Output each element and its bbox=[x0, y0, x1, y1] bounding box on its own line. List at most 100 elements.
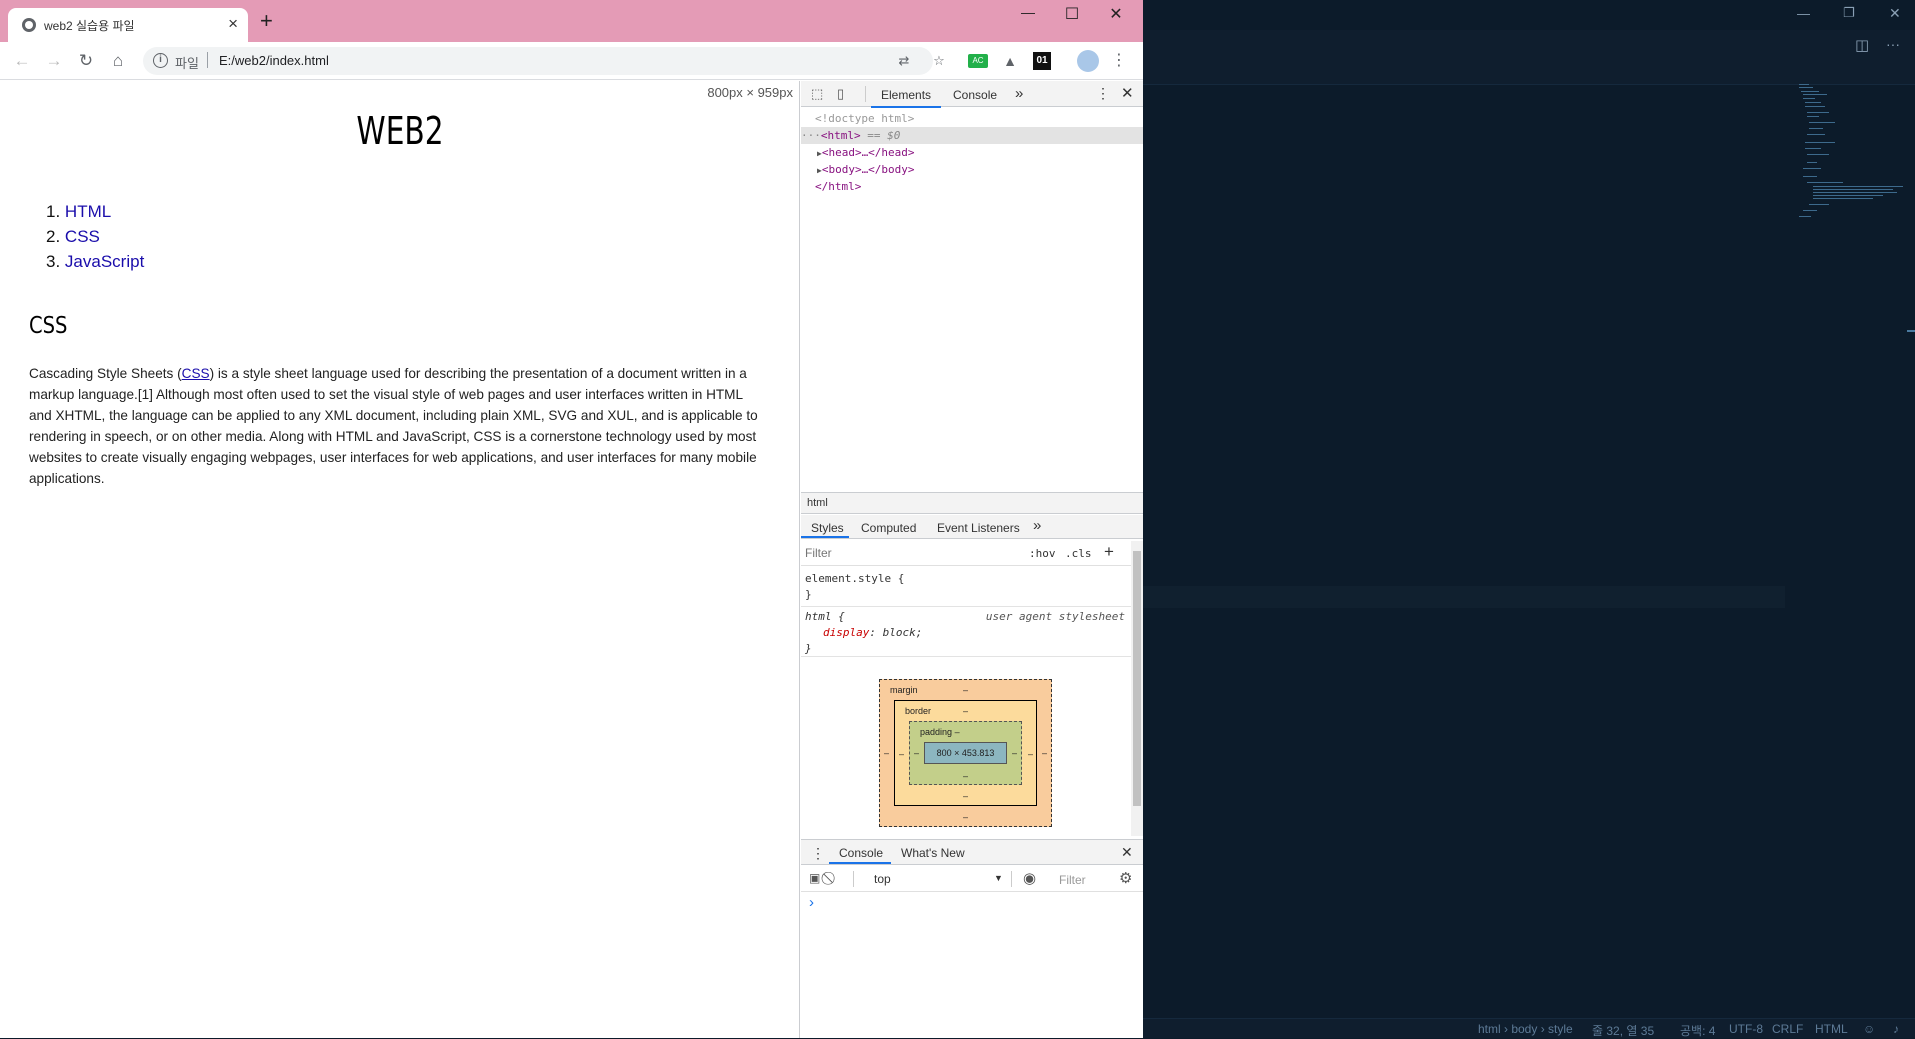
chevron-down-icon[interactable]: ▼ bbox=[994, 873, 1003, 883]
padding-left-value[interactable]: – bbox=[914, 748, 919, 758]
device-toggle-icon[interactable]: ▯ bbox=[837, 86, 844, 102]
more-actions-icon[interactable]: ··· bbox=[1886, 36, 1900, 52]
property-value: block; bbox=[882, 626, 923, 639]
rule-close: } bbox=[805, 588, 812, 601]
status-breadcrumb[interactable]: html › body › style bbox=[1478, 1022, 1573, 1036]
paragraph: Cascading Style Sheets (CSS) is a style … bbox=[29, 363, 759, 489]
devtools-menu-icon[interactable]: ⋮ bbox=[1096, 85, 1110, 102]
status-language[interactable]: HTML bbox=[1815, 1022, 1848, 1036]
status-eol[interactable]: CRLF bbox=[1772, 1022, 1803, 1036]
dom-node[interactable]: </html> bbox=[801, 178, 1143, 195]
border-top-value[interactable]: – bbox=[963, 706, 968, 716]
split-editor-icon[interactable]: ◫ bbox=[1855, 36, 1869, 54]
status-bar: html › body › style 줄 32, 열 35 공백: 4 UTF… bbox=[1143, 1018, 1915, 1038]
more-tabs-icon[interactable]: » bbox=[1033, 517, 1041, 534]
padding-top-value[interactable]: – bbox=[955, 727, 960, 737]
css-link[interactable]: CSS bbox=[182, 366, 210, 381]
tab-title: web2 실습용 파일 bbox=[44, 19, 135, 33]
close-icon[interactable]: ✕ bbox=[1121, 844, 1133, 861]
maximize-button[interactable]: ☐ bbox=[1052, 4, 1092, 26]
inspect-icon[interactable]: ⬚ bbox=[811, 86, 823, 102]
restore-button[interactable]: ❐ bbox=[1843, 5, 1855, 21]
tab-event-listeners[interactable]: Event Listeners bbox=[937, 521, 1020, 535]
editor-tabbar: ◫ ··· bbox=[1143, 30, 1915, 85]
back-arrow-icon[interactable]: ← bbox=[11, 50, 33, 72]
cls-toggle[interactable]: .cls bbox=[1065, 547, 1092, 560]
drawer-menu-icon[interactable]: ⋮ bbox=[811, 845, 825, 862]
tab-computed[interactable]: Computed bbox=[861, 521, 916, 535]
nav-link-html[interactable]: HTML bbox=[65, 202, 111, 221]
dom-node[interactable]: ▶<body>…</body> bbox=[801, 161, 1143, 178]
breadcrumb-item[interactable]: html bbox=[807, 497, 828, 509]
margin-right-value[interactable]: – bbox=[1042, 748, 1047, 758]
status-cursor-position[interactable]: 줄 32, 열 35 bbox=[1592, 1022, 1654, 1039]
minimize-button[interactable]: — bbox=[1008, 4, 1048, 26]
add-rule-button[interactable]: + bbox=[1104, 542, 1114, 562]
feedback-icon[interactable]: ☺ bbox=[1863, 1022, 1875, 1036]
tab-elements[interactable]: Elements bbox=[870, 88, 942, 108]
forward-arrow-icon[interactable]: → bbox=[43, 50, 65, 72]
border-left-value[interactable]: – bbox=[899, 749, 904, 759]
html-close-tag: </html> bbox=[815, 180, 862, 193]
styles-filter-input[interactable] bbox=[805, 544, 1015, 562]
divider bbox=[801, 656, 1131, 657]
expand-triangle-icon[interactable]: ▶ bbox=[801, 166, 822, 175]
tab-whats-new[interactable]: What's New bbox=[901, 846, 965, 860]
bell-icon[interactable]: ♪ bbox=[1893, 1022, 1899, 1036]
border-right-value[interactable]: – bbox=[1028, 749, 1033, 759]
tab-styles[interactable]: Styles bbox=[811, 521, 844, 535]
margin-top-value[interactable]: – bbox=[963, 685, 968, 695]
margin-left-value[interactable]: – bbox=[884, 748, 889, 758]
console-filter-input[interactable]: Filter bbox=[1059, 873, 1086, 887]
drive-icon[interactable]: ▲ bbox=[1001, 52, 1019, 70]
nav-link-javascript[interactable]: JavaScript bbox=[65, 252, 144, 271]
close-window-button[interactable]: ✕ bbox=[1889, 5, 1901, 22]
more-tabs-icon[interactable]: » bbox=[1015, 85, 1023, 102]
margin-bottom-value[interactable]: – bbox=[963, 812, 968, 822]
star-icon[interactable]: ☆ bbox=[930, 52, 948, 70]
padding-bottom-value[interactable]: – bbox=[963, 771, 968, 781]
padding-right-value[interactable]: – bbox=[1012, 748, 1017, 758]
tab-drawer-console[interactable]: Console bbox=[839, 846, 883, 860]
browser-tab[interactable]: web2 실습용 파일 × bbox=[8, 8, 248, 42]
rule-declaration[interactable]: display: block; bbox=[805, 625, 1129, 641]
element-style-rule[interactable]: element.style { } bbox=[805, 571, 904, 603]
html-style-rule[interactable]: html { display: block; } user agent styl… bbox=[805, 609, 1129, 657]
hov-toggle[interactable]: :hov bbox=[1029, 547, 1056, 560]
dom-node[interactable]: <!doctype html> bbox=[801, 110, 1143, 127]
extension-badge-icon[interactable]: 01 bbox=[1033, 52, 1051, 70]
divider bbox=[1011, 871, 1012, 887]
close-window-button[interactable]: ✕ bbox=[1096, 4, 1136, 26]
box-content-size[interactable]: 800 × 453.813 bbox=[924, 742, 1007, 764]
minimize-button[interactable]: — bbox=[1797, 6, 1810, 21]
console-prompt[interactable]: › bbox=[809, 894, 814, 911]
tab-close-button[interactable]: × bbox=[228, 14, 238, 34]
info-icon[interactable]: i bbox=[153, 53, 168, 68]
dom-node[interactable]: ▶<head>…</head> bbox=[801, 144, 1143, 161]
minimap[interactable] bbox=[1793, 82, 1903, 252]
address-bar[interactable]: i 파일 E:/web2/index.html ⇄ bbox=[143, 47, 933, 75]
sidebar-toggle-icon[interactable]: ▣ bbox=[809, 871, 820, 885]
status-indent[interactable]: 공백: 4 bbox=[1680, 1022, 1715, 1039]
new-tab-button[interactable]: + bbox=[260, 10, 273, 32]
dom-node-selected[interactable]: ···<html> == $0 bbox=[801, 127, 1143, 144]
nav-link-css[interactable]: CSS bbox=[65, 227, 100, 246]
translate-icon[interactable]: ⇄ bbox=[895, 52, 913, 70]
scrollbar-thumb[interactable] bbox=[1133, 551, 1141, 806]
url-text[interactable]: E:/web2/index.html bbox=[219, 53, 329, 68]
reload-icon[interactable]: ↻ bbox=[75, 50, 97, 72]
avatar[interactable] bbox=[1077, 50, 1099, 72]
gear-icon[interactable]: ⚙ bbox=[1119, 869, 1132, 887]
home-icon[interactable]: ⌂ bbox=[107, 50, 129, 72]
close-icon[interactable]: ✕ bbox=[1121, 84, 1134, 102]
border-bottom-value[interactable]: – bbox=[963, 791, 968, 801]
context-selector[interactable]: top bbox=[874, 872, 891, 886]
expand-triangle-icon[interactable]: ▶ bbox=[801, 149, 822, 158]
status-encoding[interactable]: UTF-8 bbox=[1729, 1022, 1763, 1036]
extension-green-icon[interactable]: AC bbox=[968, 54, 988, 68]
eye-icon[interactable]: ◉ bbox=[1023, 869, 1036, 887]
list-item: 3. JavaScript bbox=[46, 249, 144, 274]
tab-console[interactable]: Console bbox=[953, 88, 997, 102]
styles-scrollbar[interactable] bbox=[1131, 541, 1143, 836]
menu-dots-icon[interactable]: ⋮ bbox=[1110, 52, 1128, 70]
